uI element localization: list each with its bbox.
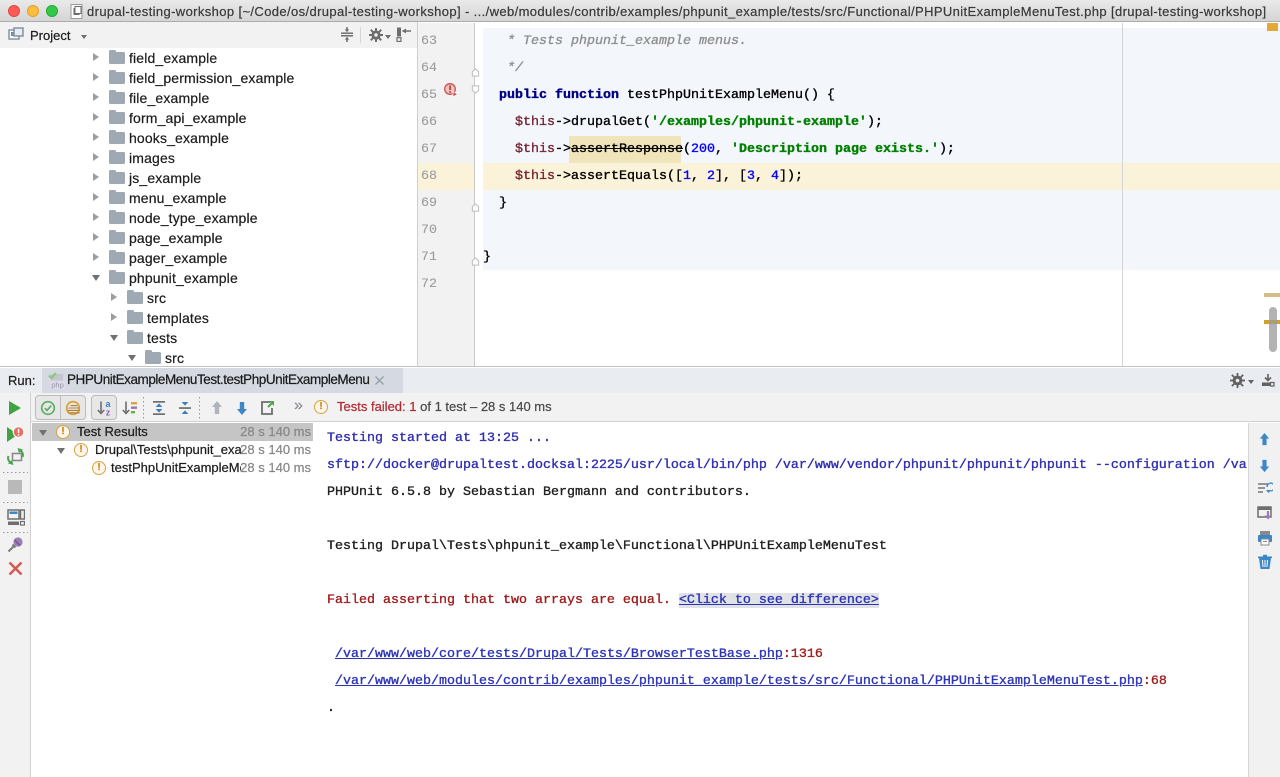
svg-text:php: php bbox=[51, 381, 64, 390]
svg-text:z: z bbox=[106, 408, 111, 417]
